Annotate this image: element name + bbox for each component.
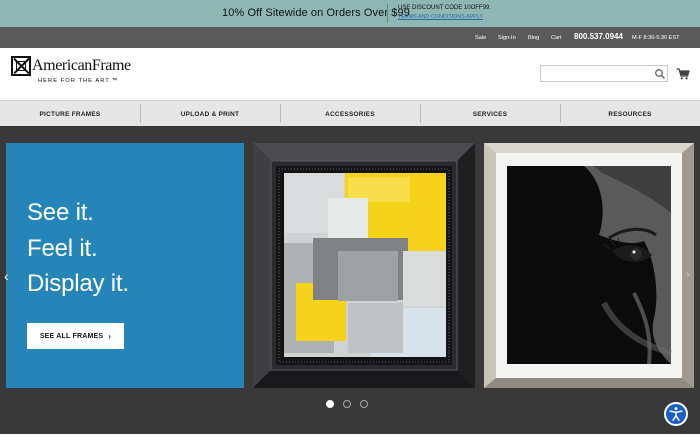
carousel-prev-button[interactable]: ‹: [4, 268, 9, 284]
carousel-dot-2[interactable]: [343, 400, 351, 408]
logo-mark[interactable]: [11, 56, 31, 76]
phone-number[interactable]: 800.537.0944: [574, 32, 623, 41]
nav-picture-frames[interactable]: PICTURE FRAMES: [0, 101, 140, 127]
brand-tagline: HERE FOR THE ART.™: [38, 78, 119, 84]
nav-accessories[interactable]: ACCESSORIES: [280, 101, 420, 127]
blog-link[interactable]: Blog: [528, 35, 539, 41]
promo-divider: [387, 4, 388, 23]
sign-in-link[interactable]: Sign-In: [498, 35, 516, 41]
see-all-frames-label: SEE ALL FRAMES: [39, 332, 104, 340]
black-frame-abstract-art[interactable]: [253, 143, 475, 388]
carousel-dot-1[interactable]: [326, 400, 334, 408]
promo-headline: 10% Off Sitewide on Orders Over $99: [222, 7, 410, 19]
carousel-next-button[interactable]: ›: [686, 269, 690, 281]
business-hours: M-F 8:30-5:30 EST: [632, 35, 680, 41]
hero-text-panel: See it. Feel it. Display it.: [6, 143, 244, 388]
silver-frame-portrait-photo[interactable]: [484, 143, 694, 388]
main-nav: PICTURE FRAMES UPLOAD & PRINT ACCESSORIE…: [0, 100, 700, 126]
promo-bar: 10% Off Sitewide on Orders Over $99 USE …: [0, 0, 700, 27]
chevron-right-icon: ›: [108, 331, 112, 341]
carousel-dot-3[interactable]: [360, 400, 368, 408]
hero-line-1: See it.: [27, 199, 94, 226]
utility-bar: Sale Sign-In Blog Cart 800.537.0944 M-F …: [0, 27, 700, 48]
hero-line-3: Display it.: [27, 270, 129, 297]
nav-services[interactable]: SERVICES: [420, 101, 560, 127]
brand-name[interactable]: AmericanFrame: [32, 57, 131, 75]
nav-upload-print[interactable]: UPLOAD & PRINT: [140, 101, 280, 127]
accessibility-icon[interactable]: [664, 402, 688, 426]
sale-link[interactable]: Sale: [475, 35, 486, 41]
nav-resources[interactable]: RESOURCES: [560, 101, 700, 127]
promo-terms-link[interactable]: TERMS AND CONDITIONS APPLY: [398, 14, 483, 20]
search-input[interactable]: [540, 65, 668, 82]
cart-link[interactable]: Cart: [551, 35, 562, 41]
search-icon[interactable]: [654, 68, 666, 80]
see-all-frames-button[interactable]: SEE ALL FRAMES ›: [27, 323, 124, 349]
cart-icon[interactable]: [676, 68, 690, 80]
promo-code-text: USE DISCOUNT CODE 10OFF99.: [398, 5, 491, 11]
hero-line-2: Feel it.: [27, 235, 98, 262]
